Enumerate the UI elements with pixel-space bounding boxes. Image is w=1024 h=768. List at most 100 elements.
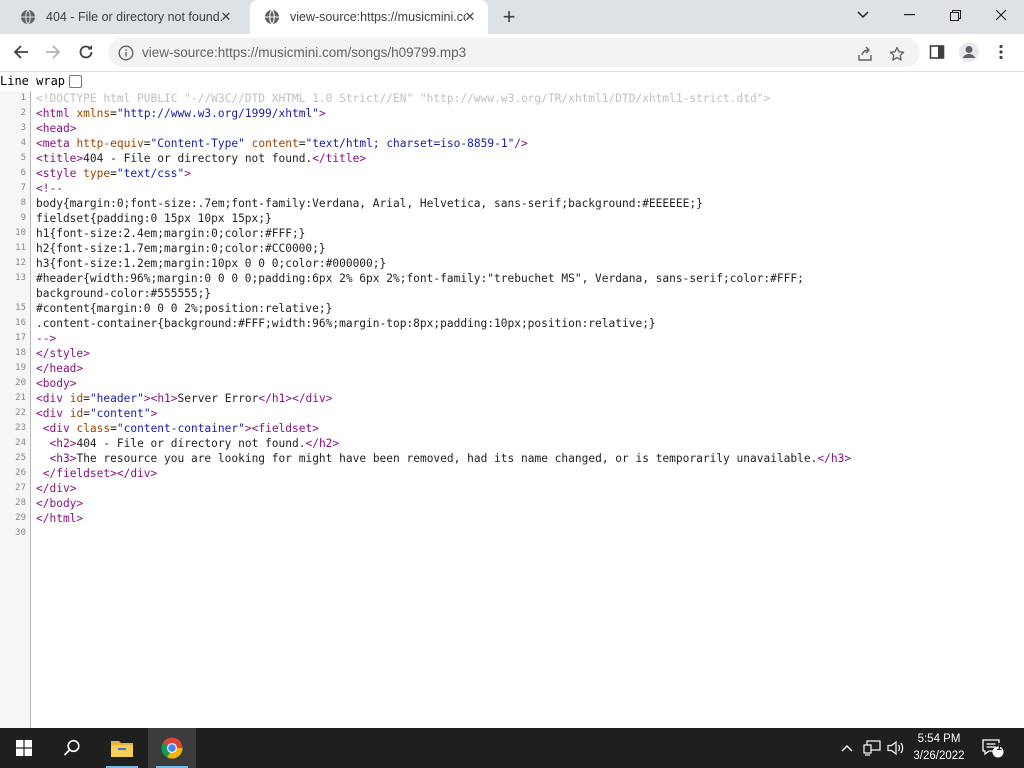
show-hidden-icons-button[interactable] [836, 728, 858, 768]
source-line: 25 <h3>The resource you are looking for … [0, 451, 1024, 466]
line-number: 24 [15, 438, 26, 448]
line-number: 27 [15, 483, 26, 493]
reload-button[interactable] [71, 37, 101, 67]
globe-icon [21, 9, 35, 25]
address-bar[interactable]: view-source:https://musicmini.com/songs/… [108, 38, 920, 67]
close-tab-icon[interactable]: ✕ [462, 9, 478, 25]
tab-title: 404 - File or directory not found. [46, 10, 222, 24]
line-code: <style type="text/css"> [36, 167, 191, 180]
line-number: 8 [20, 198, 26, 208]
start-button[interactable] [0, 728, 48, 768]
volume-button[interactable] [884, 728, 908, 768]
new-tab-button[interactable]: + [498, 4, 520, 29]
source-line: 15 #content{margin:0 0 0 2%;position:rela… [0, 301, 1024, 316]
close-icon [995, 9, 1007, 21]
line-code: fieldset{padding:0 15px 10px 15px;} [36, 212, 272, 225]
line-number: 25 [15, 453, 26, 463]
side-panel-icon [929, 45, 945, 59]
search-button[interactable] [48, 728, 96, 768]
chrome-icon [161, 737, 183, 759]
source-line: 6 <style type="text/css"> [0, 166, 1024, 181]
profile-button[interactable] [954, 37, 984, 67]
line-number: 12 [15, 258, 26, 268]
line-wrap-control: Line wrap [0, 72, 83, 90]
line-code: h3{font-size:1.2em;margin:10px 0 0 0;col… [36, 257, 387, 270]
line-code: <head> [36, 122, 77, 135]
line-code: </body> [36, 497, 84, 510]
url-text: view-source:https://musicmini.com/songs/… [142, 45, 467, 60]
source-line: 20 <body> [0, 376, 1024, 391]
line-code: h2{font-size:1.7em;margin:0;color:#CC000… [36, 242, 326, 255]
info-icon[interactable] [118, 45, 134, 61]
line-code: <body> [36, 377, 77, 390]
line-number: 22 [15, 408, 26, 418]
source-line: 21 <div id="header"><h1>Server Error</h1>… [0, 391, 1024, 406]
network-button[interactable] [860, 728, 884, 768]
line-code: </style> [36, 347, 90, 360]
line-number: 3 [20, 123, 26, 133]
line-code: <!-- [36, 182, 63, 195]
line-code: body{margin:0;font-size:.7em;font-family… [36, 197, 703, 210]
line-number: 11 [15, 243, 26, 253]
search-icon [63, 739, 80, 756]
bookmark-button[interactable] [888, 45, 906, 63]
source-line: 27 </div> [0, 481, 1024, 496]
forward-button[interactable] [38, 37, 68, 67]
line-code: #header{width:96%;margin:0 0 0 0;padding… [36, 272, 804, 285]
tab-404-page[interactable]: 404 - File or directory not found. ✕ [6, 0, 244, 34]
tab-search-button[interactable] [840, 0, 886, 30]
source-line: 16 .content-container{background:#FFF;wid… [0, 316, 1024, 331]
source-line: 30 [0, 526, 1024, 541]
source-line: 4 <meta http-equiv="Content-Type" content… [0, 136, 1024, 151]
line-number: 19 [15, 363, 26, 373]
line-number: 18 [15, 348, 26, 358]
clock-date: 3/26/2022 [913, 750, 965, 762]
source-line: 7 <!-- [0, 181, 1024, 196]
source-line: 22 <div id="content"> [0, 406, 1024, 421]
notifications-button[interactable]: 1 [978, 728, 1008, 768]
avatar-icon [959, 42, 979, 62]
line-code: <!DOCTYPE html PUBLIC "-//W3C//DTD XHTML… [36, 92, 771, 105]
volume-icon [887, 740, 904, 756]
line-code: </html> [36, 512, 84, 525]
side-panel-button[interactable] [922, 37, 952, 67]
line-number: 13 [15, 273, 26, 283]
star-icon [889, 46, 905, 61]
back-button[interactable] [6, 37, 36, 67]
line-code: <div id="content"> [36, 407, 158, 420]
line-number: 9 [20, 213, 26, 223]
source-line: 26 </fieldset></div> [0, 466, 1024, 481]
source-line: 23 <div class="content-container"><field… [0, 421, 1024, 436]
line-number: 17 [15, 333, 26, 343]
chrome-taskbar-button[interactable] [148, 728, 196, 768]
more-vert-icon [999, 44, 1003, 60]
line-number: 7 [20, 183, 26, 193]
source-line: 3 <head> [0, 121, 1024, 136]
menu-button[interactable] [986, 37, 1016, 67]
forward-arrow-icon [46, 45, 61, 59]
source-line: background-color:#555555;} [0, 286, 1024, 301]
source-line: 11 h2{font-size:1.7em;margin:0;color:#CC0… [0, 241, 1024, 256]
notification-count: 1 [996, 742, 1002, 753]
line-number: 16 [15, 318, 26, 328]
share-button[interactable] [856, 45, 874, 63]
tab-view-source[interactable]: view-source:https://musicmini.co ✕ [250, 0, 488, 34]
line-code: #content{margin:0 0 0 2%;position:relati… [36, 302, 333, 315]
line-number: 15 [15, 303, 26, 313]
system-clock[interactable]: 5:54 PM 3/26/2022 [910, 731, 968, 765]
close-window-button[interactable] [978, 0, 1024, 30]
source-line: 13 #header{width:96%;margin:0 0 0 0;paddi… [0, 271, 1024, 286]
source-line: 18 </style> [0, 346, 1024, 361]
line-wrap-checkbox[interactable] [69, 74, 83, 88]
restore-button[interactable] [932, 0, 978, 30]
close-tab-icon[interactable]: ✕ [218, 9, 234, 25]
back-arrow-icon [13, 45, 28, 59]
line-code: <h2>404 - File or directory not found.</… [49, 437, 340, 450]
minimize-button[interactable] [886, 0, 932, 30]
line-code: .content-container{background:#FFF;width… [36, 317, 656, 330]
line-number: 29 [15, 513, 26, 523]
file-explorer-button[interactable] [98, 728, 146, 768]
chevron-down-icon [857, 11, 869, 19]
line-number: 28 [15, 498, 26, 508]
restore-icon [949, 9, 961, 21]
